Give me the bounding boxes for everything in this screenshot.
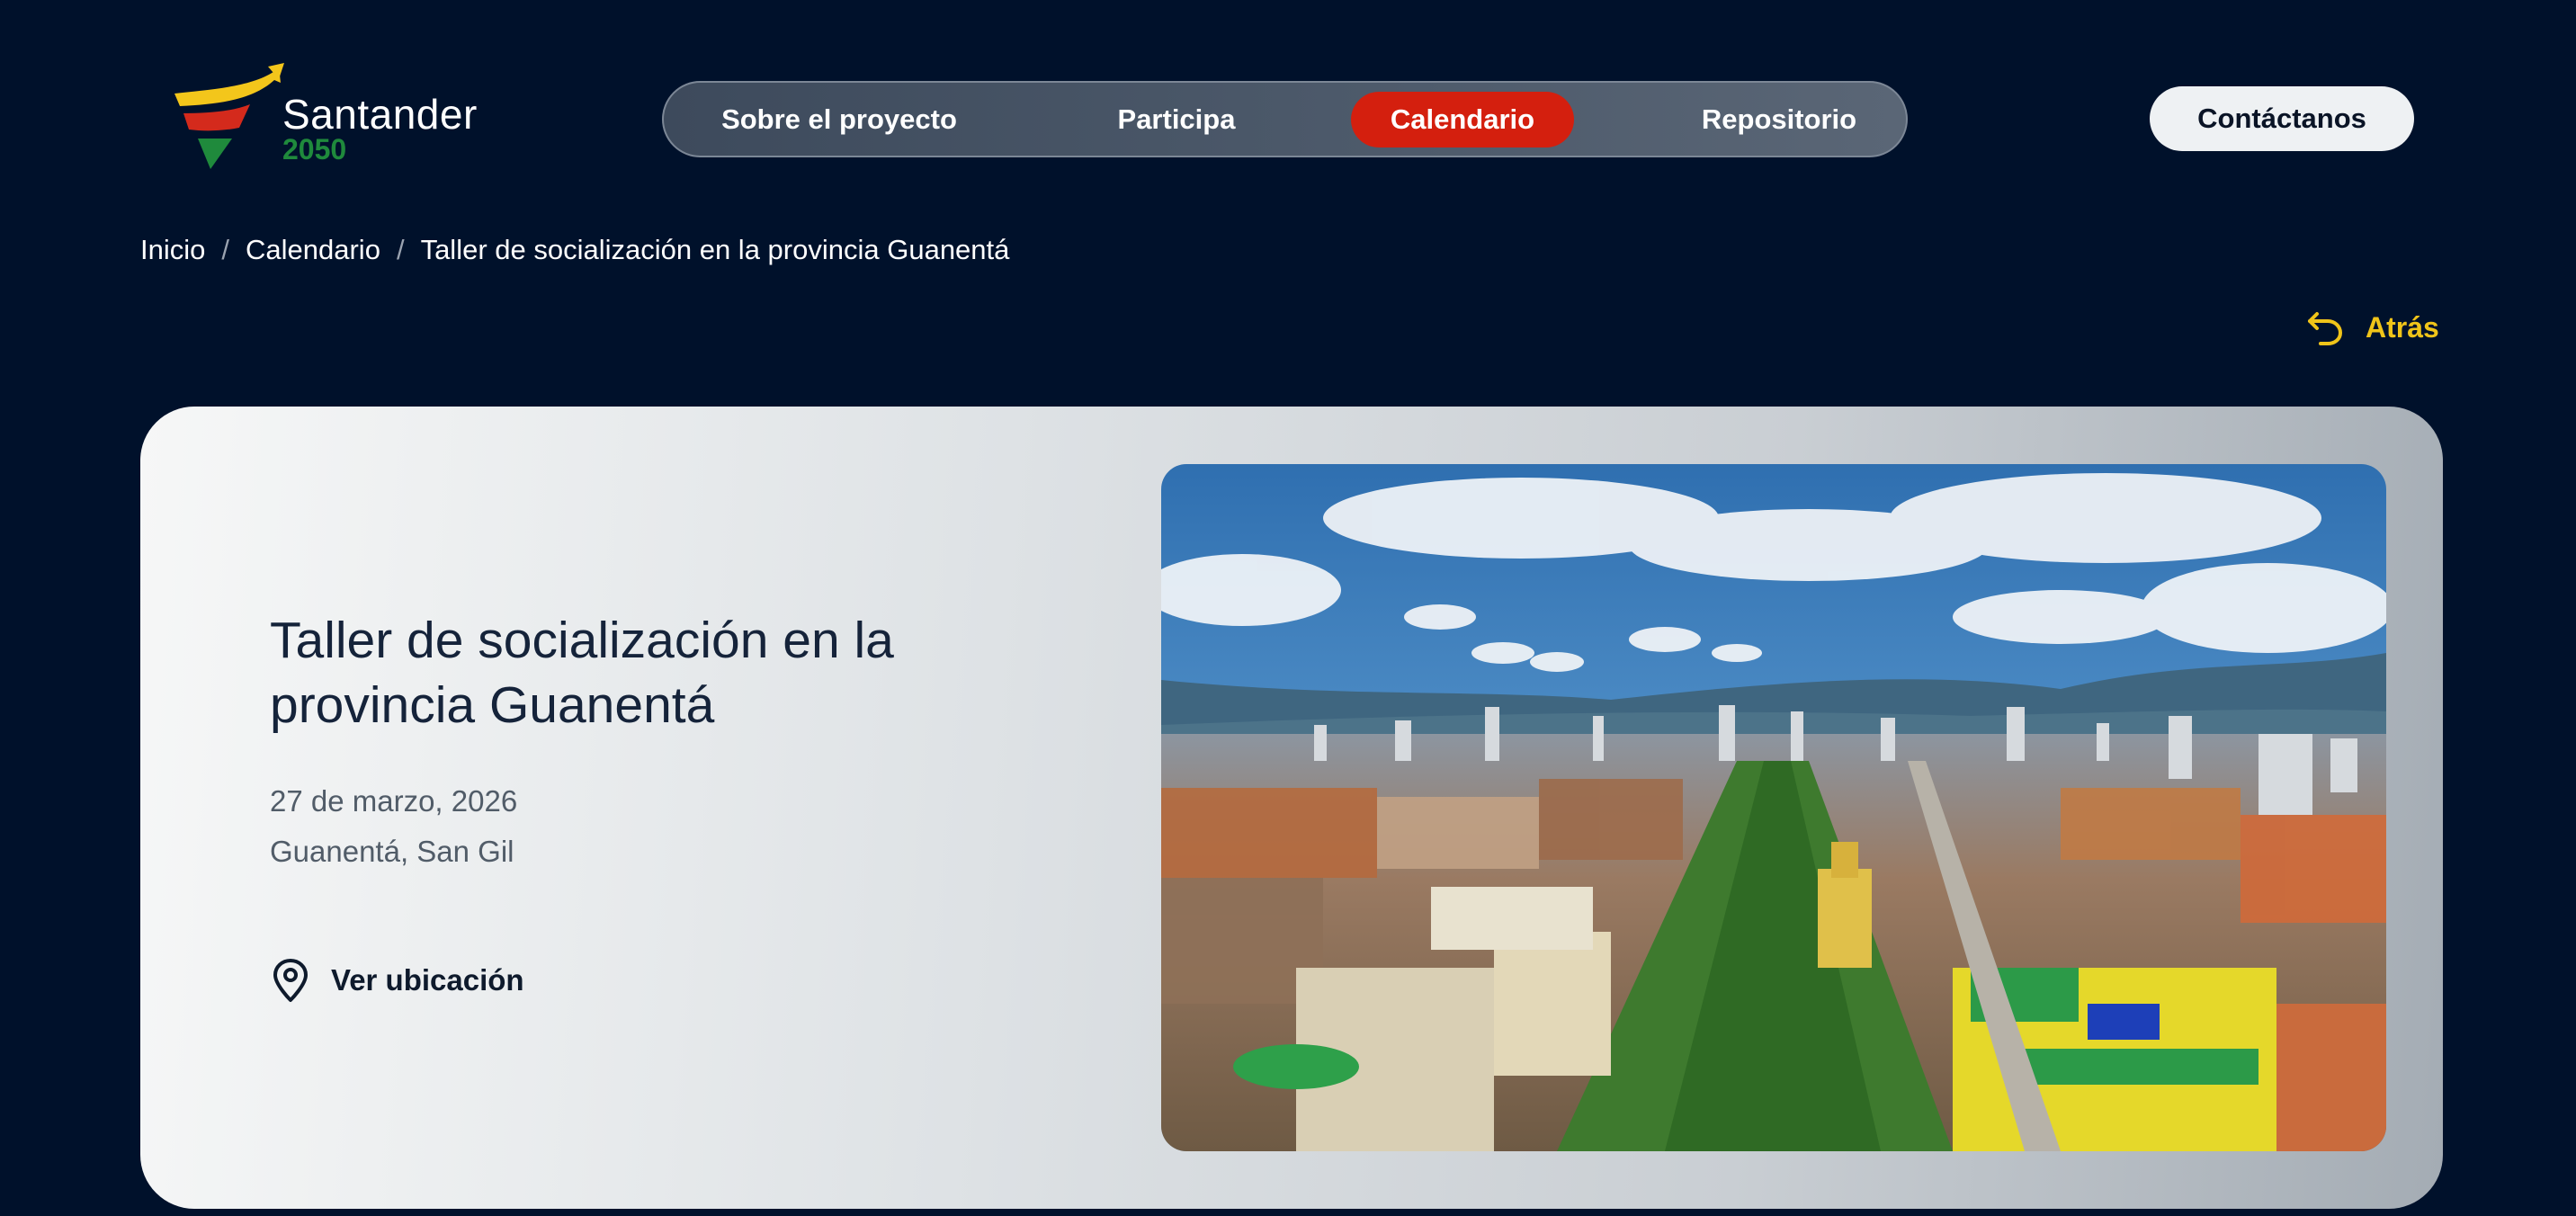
map-pin-icon — [273, 959, 308, 1002]
nav-item-repositorio[interactable]: Repositorio — [1653, 92, 1905, 148]
nav-item-calendario[interactable]: Calendario — [1351, 92, 1574, 148]
brand-name: Santander — [282, 91, 478, 138]
brand-logo[interactable]: Santander 2050 — [167, 63, 482, 180]
contact-button[interactable]: Contáctanos — [2150, 86, 2414, 151]
back-label: Atrás — [2366, 310, 2439, 344]
breadcrumb-separator: / — [396, 234, 405, 265]
undo-arrow-icon — [2308, 312, 2342, 345]
event-card: Taller de socialización en la provincia … — [140, 407, 2443, 1209]
aerial-city-photo — [1161, 464, 2386, 1151]
breadcrumb-item-inicio[interactable]: Inicio — [140, 234, 205, 266]
event-title: Taller de socialización en la provincia … — [270, 612, 894, 734]
back-button[interactable]: Atrás — [2304, 304, 2439, 351]
breadcrumb: Inicio / Calendario / Taller de socializ… — [140, 230, 1009, 270]
event-photo — [1161, 464, 2386, 1151]
breadcrumb-separator: / — [221, 234, 229, 265]
event-date: 27 de marzo, 2026 — [270, 784, 518, 818]
event-place: Guanentá, San Gil — [270, 835, 514, 868]
main-nav: Sobre el proyecto Participa Calendario R… — [662, 81, 1908, 157]
view-location-label: Ver ubicación — [331, 963, 524, 997]
view-location-link[interactable]: Ver ubicación — [270, 957, 524, 1004]
breadcrumb-item-calendario[interactable]: Calendario — [246, 234, 380, 266]
nav-item-participa[interactable]: Participa — [1087, 92, 1266, 148]
brand-year: 2050 — [282, 133, 347, 165]
breadcrumb-item-current: Taller de socialización en la provincia … — [420, 234, 1010, 265]
brand-logo-mark-icon — [174, 63, 284, 169]
nav-item-sobre-el-proyecto[interactable]: Sobre el proyecto — [700, 92, 979, 148]
